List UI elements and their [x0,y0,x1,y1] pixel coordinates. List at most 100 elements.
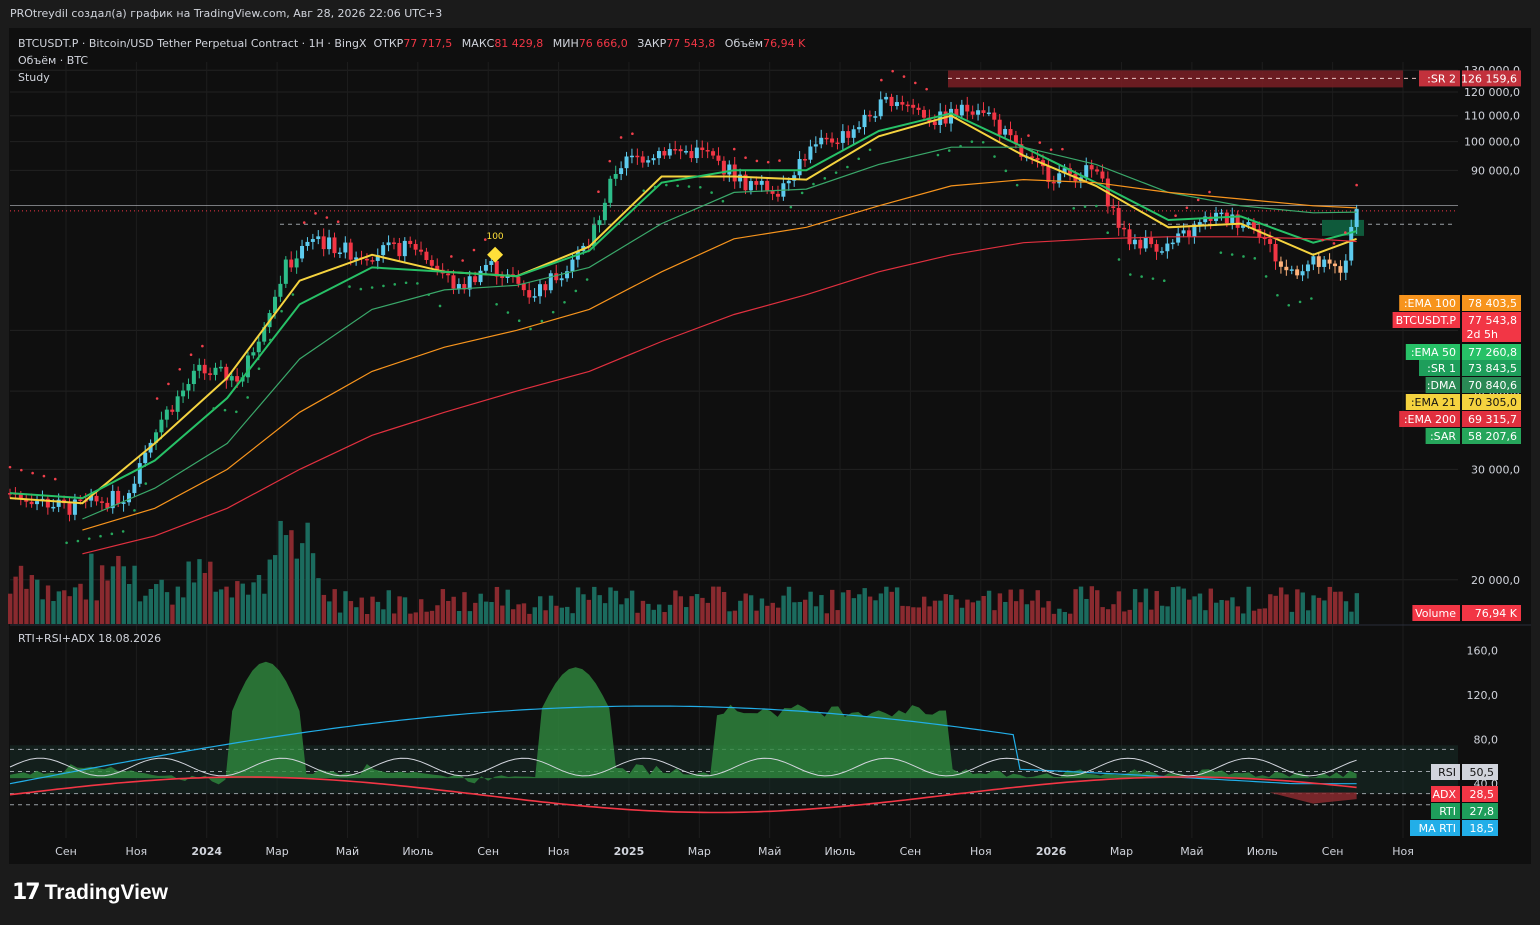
volume-bar [970,602,976,624]
volume-bar [927,606,932,624]
volume-bar [797,601,802,624]
tradingview-logo[interactable]: 17 TradingView [12,880,168,905]
sar-dot [1140,275,1143,278]
candle-body [521,283,526,291]
candle-body [803,159,808,161]
volume-bar [765,605,770,624]
volume-bar [51,601,56,624]
volume-bar [857,594,862,624]
osc-tag-value: 18,5 [1470,822,1495,835]
sar-dot [563,301,566,304]
candle-body [429,260,434,266]
candle-body [386,242,391,246]
sar-dot [1332,242,1336,245]
volume-bar [213,591,218,624]
price-tag-volume[interactable]: Volume 76,94 K [1412,605,1521,621]
price-tag-sar[interactable]: :SAR 58 207,6 [1425,428,1521,444]
candle-body [332,237,337,254]
price-tag-ema-21[interactable]: :EMA 21 70 305,0 [1405,394,1521,410]
volume-bar [256,574,262,624]
volume-bar [694,594,700,624]
sar-dot [110,532,114,536]
volume-bar [662,612,667,624]
volume-bar [510,609,516,624]
sar-dot [981,140,985,144]
sar-dot [1061,147,1064,151]
price-tag-dma[interactable]: :DMA 70 840,6 [1425,377,1521,393]
candle-body [775,193,780,197]
candle-body [548,273,553,291]
volume-bar [137,601,143,624]
volume-bar [1214,602,1219,624]
candle-body [348,242,353,260]
volume-indicator-legend[interactable]: Объём · BTC [18,52,805,69]
volume-bar [570,613,575,624]
price-tag-sr2[interactable]: :SR 2 126 159,6 [1419,70,1521,87]
candle-body [619,168,624,175]
candle-body [419,249,424,252]
volume-bar [1219,599,1224,624]
sar-dot [1310,297,1313,300]
y-tick-label: 100 000,0 [1464,136,1520,149]
volume-bar [759,598,765,624]
rti-negative-area [1269,792,1357,804]
candle-body [483,264,488,271]
candle-body [1295,269,1300,276]
price-tag-label: :SR 1 [1427,362,1456,375]
volume-bar [251,582,256,624]
study-legend[interactable]: Study [18,69,805,86]
volume-bar [873,600,878,624]
candle-body [959,104,964,116]
price-tag-ema-50[interactable]: :EMA 50 77 260,8 [1405,344,1521,360]
volume-bar [24,588,29,624]
osc-tag-ma-rti[interactable]: MA RTI 18,5 [1410,820,1498,836]
volume-bar [803,599,808,624]
tradingview-mark-icon: 17 [12,880,41,905]
volume-bar [1268,594,1273,624]
candle-body [300,245,305,259]
volume-value: 76,94 K [763,37,806,50]
candle-body [646,160,651,163]
volume-bar [689,596,694,624]
price-tag-ema-100[interactable]: :EMA 100 78 403,5 [1399,295,1521,311]
candle-body [543,284,548,291]
sar-dot [302,221,306,224]
price-tag-ema-200[interactable]: :EMA 200 69 315,7 [1399,411,1521,427]
volume-bar [224,586,229,624]
sar-dot [1072,206,1076,210]
sar-dot [1083,205,1087,208]
indicator-pane-title[interactable]: RTI+RSI+ADX 18.08.2026 [18,632,161,645]
candle-body [981,110,986,113]
x-tick-label: 2025 [614,845,645,858]
sar-dot [789,205,793,209]
volume-bar [684,607,689,624]
osc-tag-adx[interactable]: ADX 28,5 [1431,786,1498,802]
sar-dot [76,539,80,543]
candle-body [613,174,618,179]
price-tag-sr-1[interactable]: :SR 1 73 843,5 [1419,360,1521,376]
volume-bar [1181,588,1186,624]
price-tag-label: :SR 2 [1427,72,1456,85]
volume-bar [640,600,646,624]
volume-bar [727,611,732,624]
volume-bar [343,591,348,624]
candle-body [1084,165,1089,178]
chart-svg[interactable]: 130 000,0120 000,0110 000,0100 000,090 0… [0,0,1540,925]
osc-tag-rsi[interactable]: RSI 50,5 [1431,764,1498,780]
sar-dot [585,278,589,281]
symbol-line[interactable]: BTCUSDT.P · Bitcoin/USD Tether Perpetual… [18,35,805,52]
candle-body [278,283,283,297]
volume-bar [646,603,651,624]
sar-dot [710,191,713,194]
sar-dot [1015,183,1019,187]
volume-bar [451,596,456,624]
osc-tag-rti[interactable]: RTI 27,8 [1431,803,1498,819]
candle-body [1186,230,1191,237]
sar-dot [1321,238,1324,242]
close-label: ЗАКР [637,37,667,50]
volume-bar [245,594,251,624]
price-tag-btcusdt-p[interactable]: BTCUSDT.P 77 543,82d 5h [1392,312,1521,342]
sar-dot [1027,134,1030,137]
ma-line-dma [82,146,1357,520]
candle-body [986,112,991,115]
